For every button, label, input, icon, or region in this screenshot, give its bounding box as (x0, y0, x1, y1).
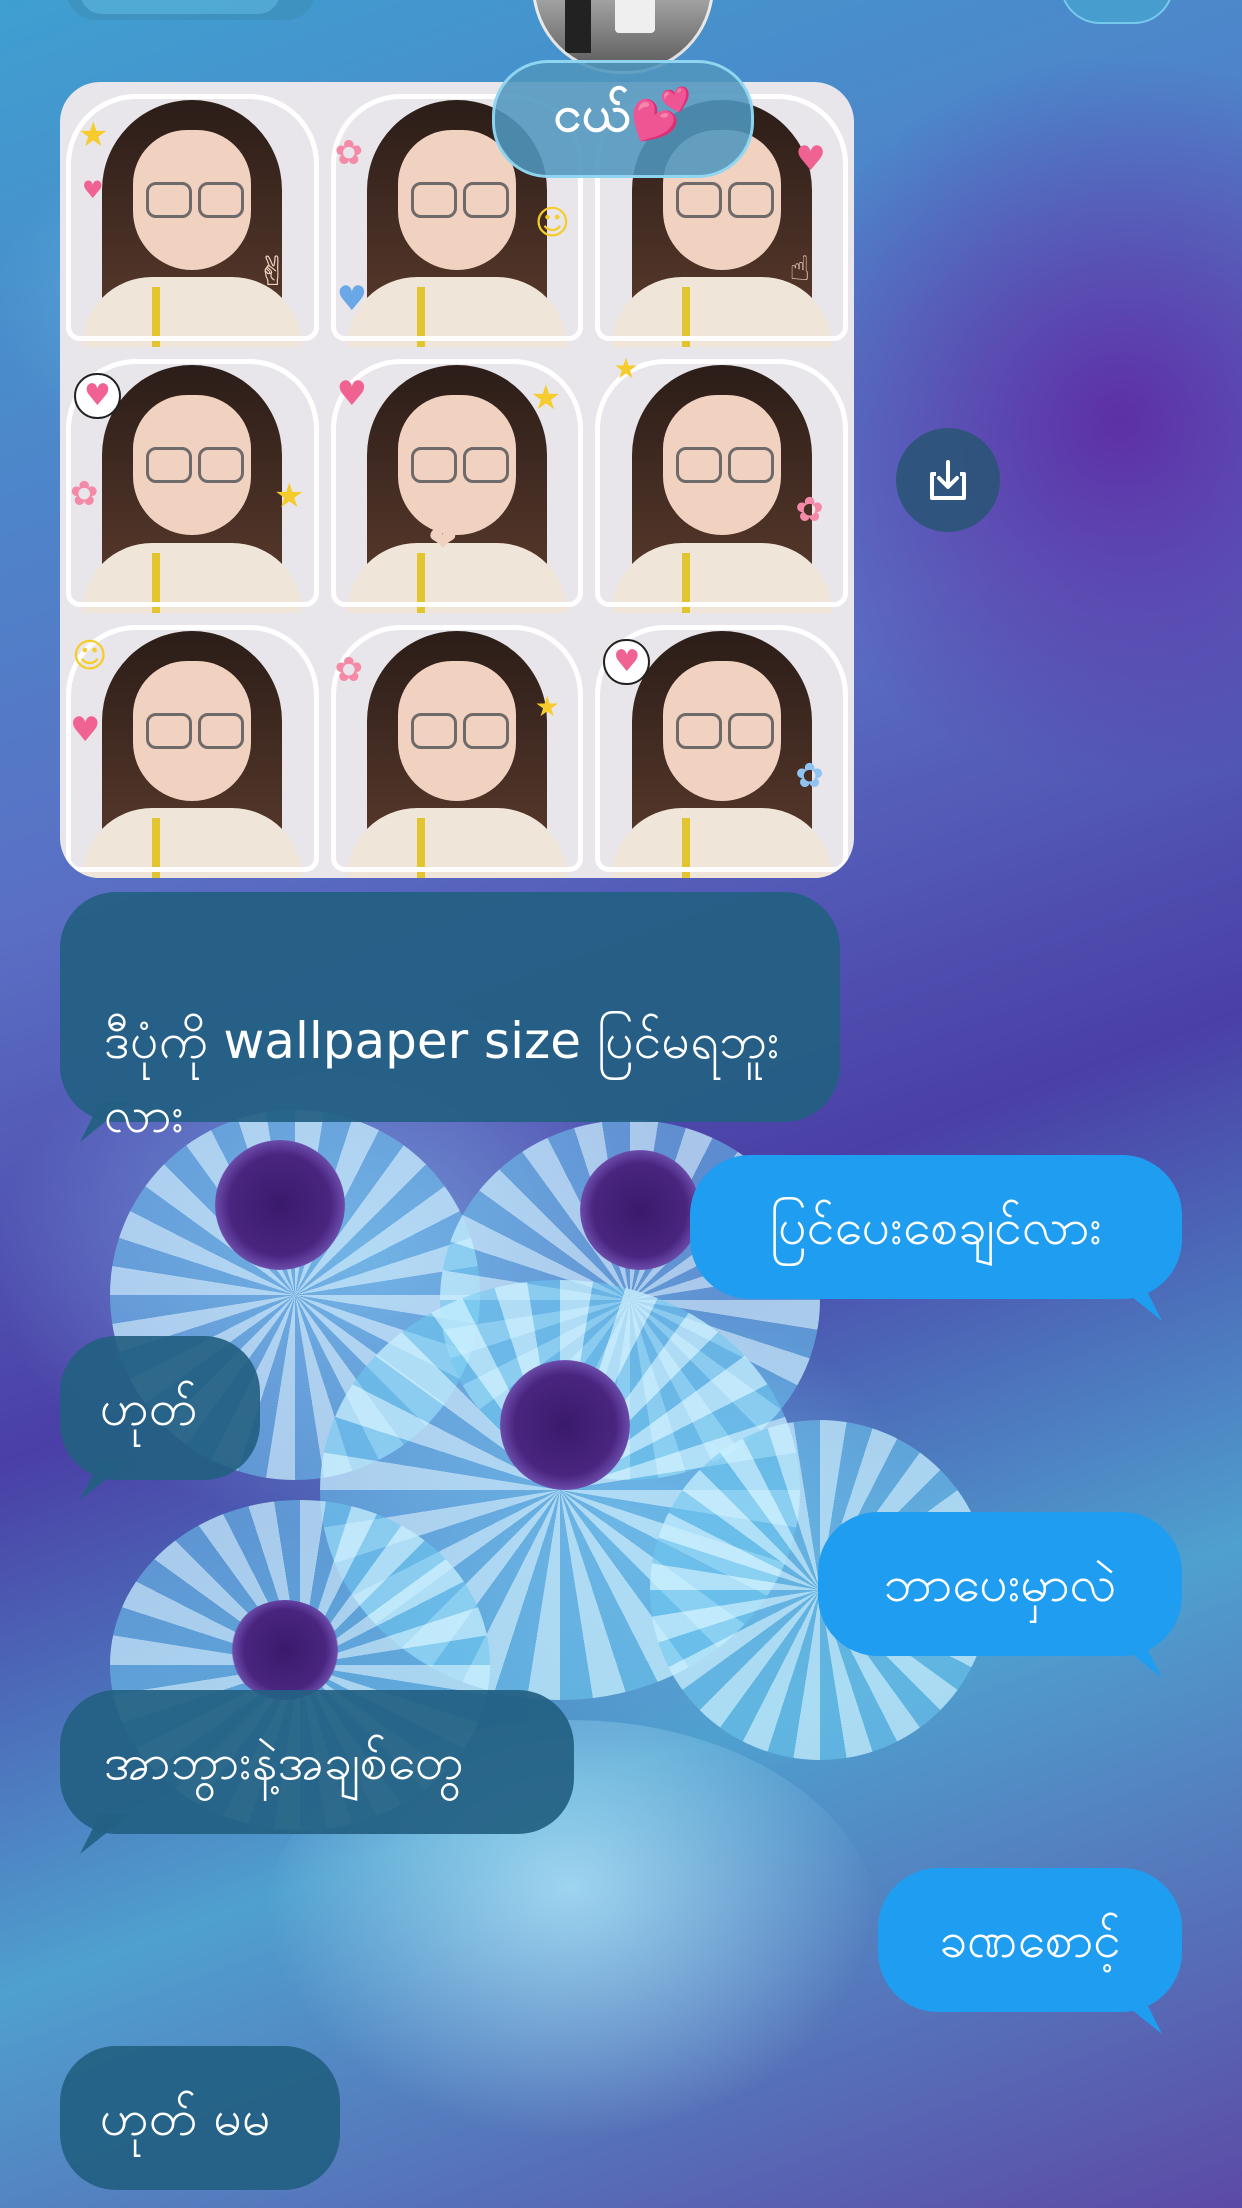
message-bubble-received[interactable]: ဟုတ် (60, 1336, 260, 1500)
bubble-tail (80, 1814, 130, 1854)
message-bubble-received[interactable]: အာဘွားနဲ့အချစ်တွေ (60, 1690, 574, 1854)
star-icon: ★ (534, 689, 560, 723)
heart-icon: ♥ (795, 139, 826, 179)
star-icon: ★ (613, 352, 639, 386)
smiley-icon: ☺ (72, 635, 108, 676)
header-action-button[interactable] (1060, 0, 1174, 24)
download-icon (930, 460, 966, 500)
message-bubble-received[interactable]: ဒီပုံကို wallpaper size ပြင်မရဘူး လား (60, 892, 840, 1144)
sticker-tile: ★ ✿ (589, 347, 854, 613)
sticker-tile: ✿ ★ (325, 613, 590, 878)
star-icon: ★ (78, 115, 109, 155)
sticker-tile: ★ ♥ ✌ (60, 82, 325, 348)
background-flower-center (215, 1140, 345, 1270)
peace-sign-icon: ✌ (256, 249, 290, 295)
contact-name-chip[interactable]: ငယ်💕 (492, 60, 754, 178)
image-message[interactable]: ★ ♥ ✌ ✿ ☺ ♥ ♥ ☝ ♥ ✿ ★ ♥ ★ ❤ ★ ✿ ☺ ♥ ✿ ★ … (60, 82, 854, 878)
background-flower-center (500, 1360, 630, 1490)
heart-icon: ♥ (336, 374, 368, 415)
message-text: ဟုတ် မမ (100, 2089, 271, 2147)
download-button[interactable] (896, 428, 1000, 532)
pointing-hand-icon: ☝ (789, 249, 811, 289)
heart-speech-icon: ♥ (603, 638, 651, 685)
message-text: ခဏစောင့် (938, 1911, 1122, 1969)
heart-icon: ♥ (82, 176, 104, 204)
header-pill-inner (80, 0, 280, 14)
message-bubble-received[interactable]: ဟုတ် မမ (60, 2046, 340, 2190)
flower-icon: ✿ (334, 649, 364, 690)
avatar-shape (565, 0, 591, 53)
message-text: ဘာပေးမှာလဲ (883, 1555, 1117, 1613)
bubble-tail (1112, 1994, 1162, 2034)
flower-icon: ✿ (795, 490, 824, 531)
flower-icon: ✿ (334, 133, 364, 173)
sticker-tile: ♥ ✿ ★ (60, 347, 325, 613)
avatar-shape (615, 0, 655, 33)
message-bubble-sent[interactable]: ပြင်ပေးစေချင်လား (690, 1155, 1182, 1321)
smiley-icon: ☺ (534, 203, 571, 243)
contact-name: ငယ်💕 (553, 84, 693, 143)
message-bubble-sent[interactable]: ဘာပေးမှာလဲ (818, 1512, 1182, 1678)
message-text: ပြင်ပေးစေချင်လား (769, 1198, 1103, 1256)
sticker-tile: ☺ ♥ (60, 613, 325, 878)
sticker-grid: ★ ♥ ✌ ✿ ☺ ♥ ♥ ☝ ♥ ✿ ★ ♥ ★ ❤ ★ ✿ ☺ ♥ ✿ ★ … (60, 82, 854, 878)
heart-hands-icon: ❤ (428, 520, 458, 561)
message-text: အာဘွားနဲ့အချစ်တွေ (104, 1733, 464, 1791)
flower-icon: ✿ (70, 474, 99, 515)
sticker-tile: ♥ ✿ (589, 613, 854, 878)
message-text: ဟုတ် (100, 1379, 198, 1437)
background-flower-center (580, 1150, 700, 1270)
message-bubble-sent[interactable]: ခဏစောင့် (878, 1868, 1182, 2034)
background-flower-center (230, 1600, 340, 1700)
star-icon: ★ (530, 378, 562, 419)
heart-speech-icon: ♥ (74, 373, 121, 420)
heart-icon: ♥ (70, 709, 101, 750)
flower-icon: ✿ (795, 755, 824, 796)
sticker-tile: ♥ ★ ❤ (325, 347, 590, 613)
heart-icon: ♥ (336, 279, 368, 319)
star-icon: ★ (274, 476, 305, 517)
